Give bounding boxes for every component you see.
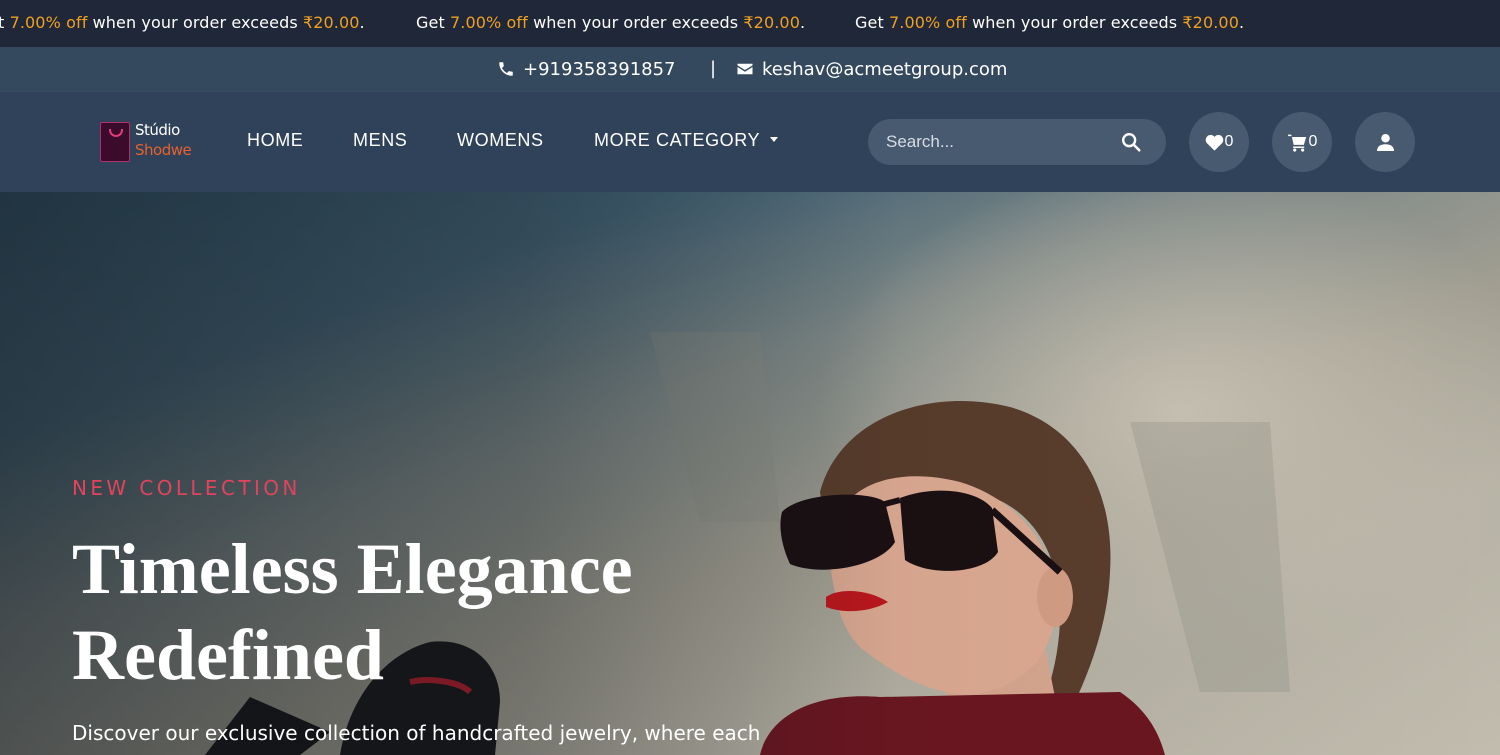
nav-home[interactable]: HOME — [247, 130, 303, 151]
nav-more-category[interactable]: MORE CATEGORY — [594, 130, 779, 151]
contact-bar: +919358391857 | keshav@acmeetgroup.com — [0, 47, 1500, 92]
hero-title-line2: Redefined — [72, 615, 384, 695]
promo-text: . — [800, 13, 806, 32]
promo-text: when your order exceeds — [966, 13, 1183, 32]
promo-text: t — [0, 13, 5, 32]
promo-amount: ₹20.00 — [1182, 13, 1239, 32]
promo-text: Get — [416, 13, 451, 32]
contact-phone[interactable]: +919358391857 — [497, 58, 676, 80]
cart-button[interactable]: 0 — [1272, 112, 1332, 172]
mail-icon — [737, 63, 753, 75]
cart-count: 0 — [1308, 133, 1318, 150]
promo-text: . — [359, 13, 365, 32]
caret-down-icon — [770, 136, 779, 142]
promo-text: when your order exceeds — [527, 13, 744, 32]
promo-ticker: t 7.00% off when your order exceeds ₹20.… — [0, 0, 1500, 47]
contact-email[interactable]: keshav@acmeetgroup.com — [736, 58, 1007, 80]
promo-amount: ₹20.00 — [743, 13, 800, 32]
user-icon — [1376, 133, 1394, 151]
phone-icon — [499, 62, 513, 76]
brand-logo[interactable]: Stúdio Shodwe — [100, 120, 195, 164]
promo-discount: 7.00% off — [9, 13, 88, 32]
promo-text: Get — [855, 13, 890, 32]
promo-discount: 7.00% off — [889, 13, 967, 32]
nav-womens[interactable]: WOMENS — [457, 130, 544, 151]
promo-text: . — [1239, 13, 1245, 32]
nav-mens[interactable]: MENS — [353, 130, 407, 151]
promo-discount: 7.00% off — [450, 13, 528, 32]
promo-amount: ₹20.00 — [302, 13, 360, 32]
main-header: Stúdio Shodwe HOME MENS WOMENS MORE CATE… — [0, 92, 1500, 192]
account-button[interactable] — [1355, 112, 1415, 172]
search-input[interactable] — [886, 119, 1106, 165]
heart-icon — [1205, 134, 1223, 151]
promo-message: t 7.00% off when your order exceeds ₹20.… — [0, 13, 365, 32]
contact-separator: | — [710, 58, 717, 79]
hero-eyebrow: NEW COLLECTION — [72, 476, 301, 500]
hero-description: Discover our exclusive collection of han… — [72, 721, 761, 745]
brand-name-line1: Stúdio — [135, 121, 180, 139]
search-bar — [868, 119, 1166, 165]
hero-title-line1: Timeless Elegance — [72, 529, 633, 609]
wishlist-count: 0 — [1224, 133, 1234, 150]
nav-more-category-label: MORE CATEGORY — [594, 130, 761, 150]
brand-name-line2: Shodwe — [135, 141, 192, 159]
hero-banner: NEW COLLECTION Timeless Elegance Redefin… — [0, 192, 1500, 755]
email-address: keshav@acmeetgroup.com — [762, 58, 1008, 80]
shopping-bag-logo-icon — [100, 122, 130, 162]
hero-title: Timeless Elegance Redefined — [72, 526, 772, 698]
phone-number: +919358391857 — [523, 58, 676, 80]
cart-icon — [1287, 134, 1306, 152]
bag-handle — [109, 129, 123, 137]
search-icon[interactable] — [1120, 131, 1142, 153]
promo-message: Get 7.00% off when your order exceeds ₹2… — [855, 13, 1244, 32]
promo-message: Get 7.00% off when your order exceeds ₹2… — [416, 13, 805, 32]
wishlist-button[interactable]: 0 — [1189, 112, 1249, 172]
promo-text: when your order exceeds — [87, 13, 303, 32]
